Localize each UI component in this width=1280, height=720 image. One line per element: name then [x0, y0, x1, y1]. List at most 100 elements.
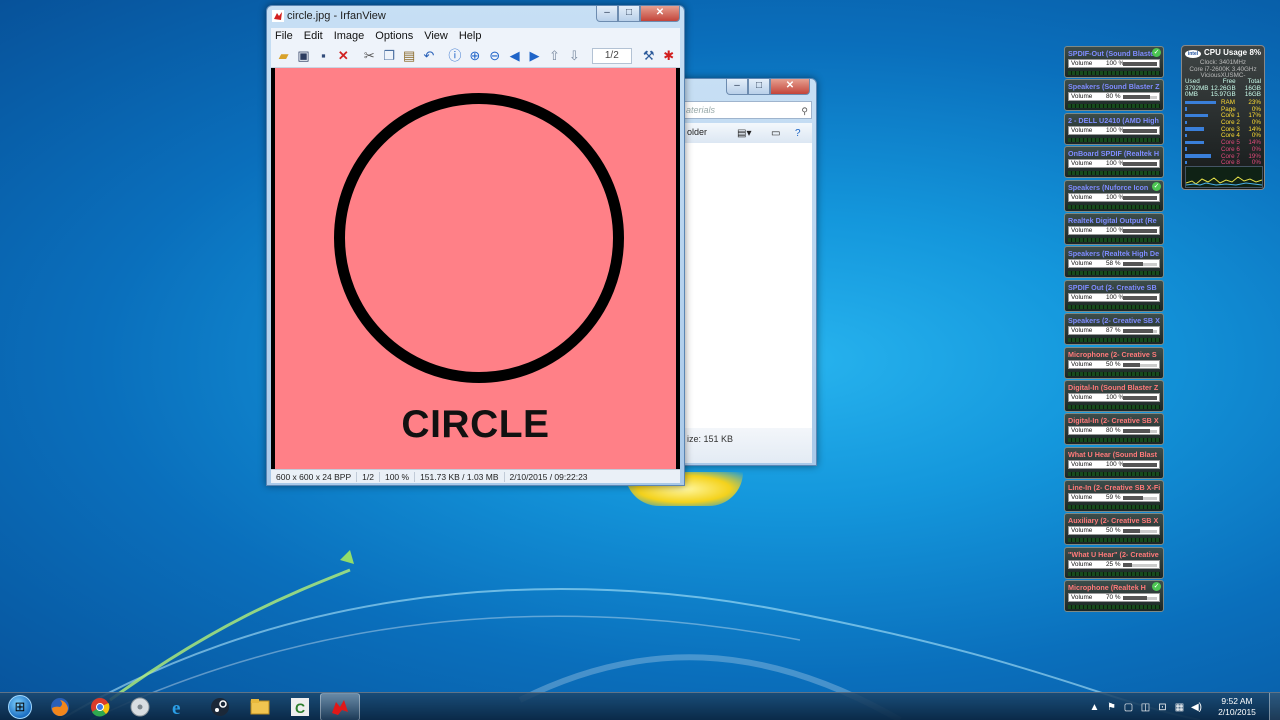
taskbar-windows-explorer[interactable]	[240, 693, 280, 720]
core-usage-bar	[1185, 120, 1187, 125]
audio-device-gadget[interactable]: OnBoard SPDIF (Realtek H Volume 100 %	[1064, 146, 1164, 179]
audio-device-gadget[interactable]: Auxiliary (2- Creative SB X Volume 50 %	[1064, 513, 1164, 546]
zoom-out-icon[interactable]: ⊖	[486, 47, 503, 65]
explorer-close-button[interactable]: ✕	[770, 79, 810, 95]
audio-device-gadget[interactable]: Microphone (2- Creative S Volume 50 %	[1064, 346, 1164, 379]
tray-app-icon[interactable]: ⊡	[1156, 701, 1169, 714]
explorer-window[interactable]: – □ ✕ aterials ⚲ older ▤▾ ▭ ? ize: 151 K…	[670, 78, 817, 466]
search-icon[interactable]: ⚲	[801, 103, 808, 119]
help-icon[interactable]: ?	[795, 125, 801, 143]
status-page: 1/2	[357, 471, 380, 482]
audio-device-gadget[interactable]: Microphone (Realtek H ✓ Volume 70 %	[1064, 580, 1164, 613]
paste-icon[interactable]: ▤	[400, 47, 417, 65]
view-options-icon[interactable]: ▤▾	[737, 125, 751, 143]
menu-options[interactable]: Options	[375, 30, 413, 42]
slideshow-icon[interactable]: ▣	[295, 47, 312, 65]
volume-fill	[1123, 329, 1153, 334]
next-page-icon[interactable]: ⇩	[566, 47, 583, 65]
audio-device-gadget[interactable]: Speakers (Sound Blaster Z Volume 80 %	[1064, 79, 1164, 112]
volume-slider[interactable]: Volume 50 %	[1068, 359, 1160, 369]
volume-slider[interactable]: Volume 59 %	[1068, 493, 1160, 503]
page-counter[interactable]: 1/2	[591, 47, 633, 64]
volume-slider[interactable]: Volume 80 %	[1068, 92, 1160, 102]
audio-device-gadget[interactable]: What U Hear (Sound Blast Volume 100 %	[1064, 446, 1164, 479]
volume-slider[interactable]: Volume 100 %	[1068, 192, 1160, 202]
explorer-search-input[interactable]: aterials ⚲	[683, 101, 812, 119]
next-icon[interactable]: ▶	[526, 47, 543, 65]
audio-device-gadget[interactable]: "What U Hear" (2- Creative Volume 25 %	[1064, 546, 1164, 579]
audio-device-gadget[interactable]: Line-In (2- Creative SB X-Fi Volume 59 %	[1064, 480, 1164, 513]
irfanview-logo-icon[interactable]: ✱	[660, 47, 677, 65]
volume-icon[interactable]: ◀)	[1190, 701, 1203, 714]
info-icon[interactable]: ⓘ	[446, 47, 463, 65]
audio-device-gadget[interactable]: Digital-In (Sound Blaster Z Volume 100 %	[1064, 379, 1164, 412]
taskbar-cpu-z[interactable]: C	[280, 693, 320, 720]
volume-percent: 59 %	[1106, 494, 1121, 502]
previous-page-icon[interactable]: ⇧	[546, 47, 563, 65]
volume-slider[interactable]: Volume 50 %	[1068, 526, 1160, 536]
status-dimensions: 600 x 600 x 24 BPP	[271, 471, 358, 482]
irfanview-window[interactable]: circle.jpg - IrfanView – □ ✕ File Edit I…	[266, 5, 685, 486]
settings-tools-icon[interactable]: ⚒	[640, 47, 657, 65]
volume-slider[interactable]: Volume 100 %	[1068, 125, 1160, 135]
taskbar-irfanview[interactable]	[320, 692, 360, 720]
show-hidden-icons-icon[interactable]: ▲	[1088, 701, 1101, 714]
audio-device-gadget[interactable]: 2 - DELL U2410 (AMD High Volume 100 %	[1064, 112, 1164, 145]
start-button[interactable]: ⊞	[0, 693, 40, 720]
volume-slider[interactable]: Volume 100 %	[1068, 392, 1160, 402]
volume-slider[interactable]: Volume 100 %	[1068, 459, 1160, 469]
network-icon[interactable]: ▦	[1173, 701, 1186, 714]
tray-app-icon[interactable]: ◫	[1139, 701, 1152, 714]
explorer-minimize-button[interactable]: –	[726, 79, 748, 95]
audio-device-gadget[interactable]: Speakers (Nuforce Icon ✓ Volume 100 %	[1064, 179, 1164, 212]
copy-icon[interactable]: ❐	[381, 47, 398, 65]
audio-device-gadget[interactable]: Speakers (Realtek High De Volume 58 %	[1064, 246, 1164, 279]
volume-slider[interactable]: Volume 100 %	[1068, 292, 1160, 302]
new-folder-button[interactable]: older	[687, 127, 707, 137]
audio-device-gadget[interactable]: SPDIF Out (2- Creative SB Volume 100 %	[1064, 279, 1164, 312]
volume-slider[interactable]: Volume 87 %	[1068, 326, 1160, 336]
audio-device-gadget[interactable]: Speakers (2- Creative SB X Volume 87 %	[1064, 313, 1164, 346]
menu-file[interactable]: File	[275, 30, 293, 42]
volume-slider[interactable]: Volume 58 %	[1068, 259, 1160, 269]
image-viewport[interactable]: CIRCLE	[271, 68, 680, 469]
menu-image[interactable]: Image	[334, 30, 365, 42]
volume-slider[interactable]: Volume 25 %	[1068, 559, 1160, 569]
zoom-in-icon[interactable]: ⊕	[466, 47, 483, 65]
taskbar-steam[interactable]	[200, 693, 240, 720]
audio-device-gadget[interactable]: SPDIF-Out (Sound Blaste ✓ Volume 100 %	[1064, 46, 1164, 78]
volume-slider[interactable]: Volume 100 %	[1068, 225, 1160, 235]
maximize-button[interactable]: □	[618, 6, 640, 22]
menu-edit[interactable]: Edit	[304, 30, 323, 42]
volume-slider[interactable]: Volume 100 %	[1068, 59, 1160, 68]
undo-icon[interactable]: ↶	[420, 47, 437, 65]
show-desktop-button[interactable]	[1269, 693, 1280, 720]
taskbar-disc[interactable]	[120, 693, 160, 720]
open-folder-icon[interactable]: ▰	[275, 47, 292, 65]
explorer-maximize-button[interactable]: □	[748, 79, 770, 95]
cpu-usage-gadget[interactable]: intel CPU Usage 8% Clock: 3401MHz Core i7…	[1181, 45, 1265, 190]
audio-device-gadget[interactable]: Realtek Digital Output (Re Volume 100 %	[1064, 212, 1164, 245]
tray-app-icon[interactable]: ▢	[1122, 701, 1135, 714]
volume-slider[interactable]: Volume 100 %	[1068, 159, 1160, 169]
minimize-button[interactable]: –	[596, 6, 618, 22]
audio-device-gadget[interactable]: Digital-In (2- Creative SB X Volume 80 %	[1064, 413, 1164, 446]
explorer-file-list[interactable]	[683, 143, 812, 428]
preview-pane-icon[interactable]: ▭	[771, 125, 780, 143]
delete-icon[interactable]: ✕	[335, 47, 352, 65]
previous-icon[interactable]: ◀	[506, 47, 523, 65]
close-button[interactable]: ✕	[640, 6, 680, 22]
save-icon[interactable]: ▪	[315, 47, 332, 65]
menu-view[interactable]: View	[424, 30, 448, 42]
taskbar-firefox[interactable]	[40, 693, 80, 720]
volume-percent: 80 %	[1106, 427, 1121, 435]
volume-slider[interactable]: Volume 80 %	[1068, 426, 1160, 436]
clock[interactable]: 9:52 AM 2/10/2015	[1205, 696, 1269, 718]
action-center-icon[interactable]: ⚑	[1105, 701, 1118, 714]
taskbar-internet-explorer[interactable]: e	[160, 693, 200, 720]
volume-percent: 87 %	[1106, 327, 1121, 335]
menu-help[interactable]: Help	[459, 30, 482, 42]
volume-slider[interactable]: Volume 70 %	[1068, 593, 1160, 603]
taskbar-chrome[interactable]	[80, 693, 120, 720]
cut-icon[interactable]: ✂	[361, 47, 378, 65]
